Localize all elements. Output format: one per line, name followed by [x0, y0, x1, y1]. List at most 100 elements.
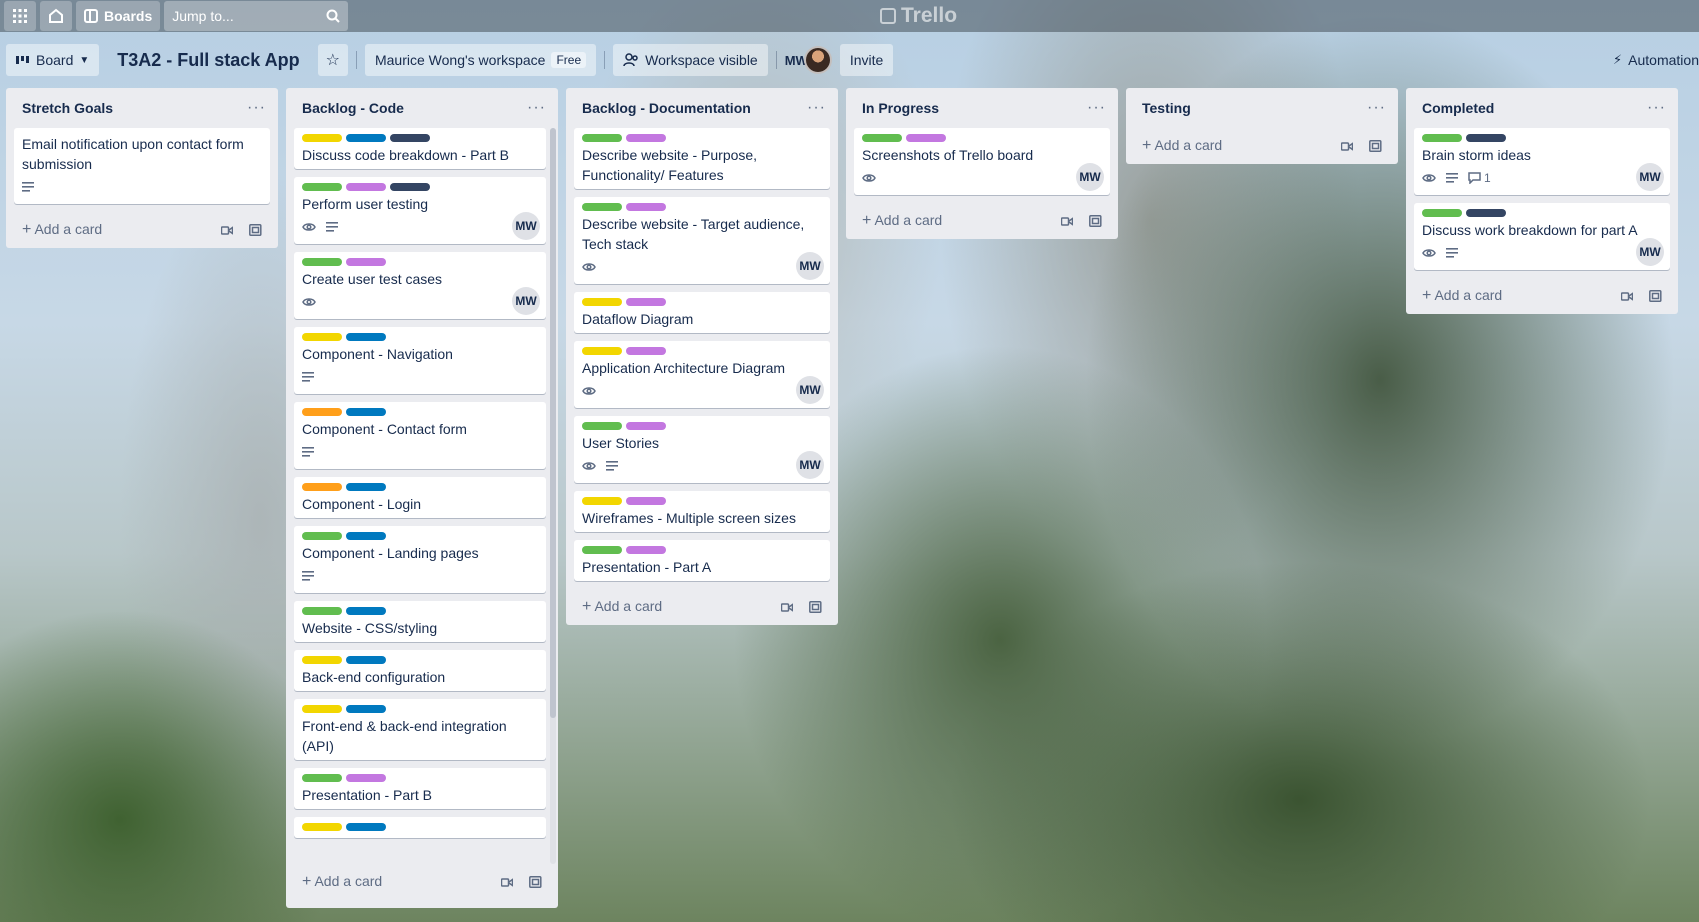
label-blue[interactable]: [346, 134, 386, 142]
card[interactable]: Component - Login: [294, 477, 546, 518]
video-icon[interactable]: [1341, 141, 1353, 151]
card[interactable]: Screenshots of Trello board MW: [854, 128, 1110, 195]
label-purple[interactable]: [626, 347, 666, 355]
list-header[interactable]: Backlog - Documentation ···: [574, 88, 830, 128]
list-scrollbar[interactable]: [550, 128, 556, 864]
more-icon[interactable]: ···: [1367, 99, 1386, 117]
apps-grid-button[interactable]: [4, 1, 36, 31]
card[interactable]: Email notification upon contact form sub…: [14, 128, 270, 204]
list-header[interactable]: In Progress ···: [854, 88, 1110, 128]
more-icon[interactable]: ···: [527, 99, 546, 117]
label-purple[interactable]: [626, 298, 666, 306]
card[interactable]: Presentation - Part B: [294, 768, 546, 809]
card[interactable]: Describe website - Target audience, Tech…: [574, 197, 830, 284]
list-header[interactable]: Testing ···: [1134, 88, 1390, 128]
label-blue[interactable]: [346, 408, 386, 416]
template-icon[interactable]: [1369, 140, 1382, 152]
card[interactable]: [294, 817, 546, 838]
label-navy[interactable]: [1466, 134, 1506, 142]
template-icon[interactable]: [1089, 215, 1102, 227]
card[interactable]: Brain storm ideas 1 MW: [1414, 128, 1670, 195]
list-header[interactable]: Stretch Goals ···: [14, 88, 270, 128]
more-icon[interactable]: ···: [247, 99, 266, 117]
label-purple[interactable]: [626, 203, 666, 211]
scrollbar-thumb[interactable]: [550, 128, 556, 718]
label-green[interactable]: [862, 134, 902, 142]
more-icon[interactable]: ···: [1647, 99, 1666, 117]
label-blue[interactable]: [346, 333, 386, 341]
label-blue[interactable]: [346, 705, 386, 713]
avatar[interactable]: MW: [512, 287, 540, 315]
template-icon[interactable]: [529, 876, 542, 888]
boards-button[interactable]: Boards: [76, 1, 161, 31]
label-purple[interactable]: [626, 497, 666, 505]
card[interactable]: Component - Contact form: [294, 402, 546, 469]
home-button[interactable]: [40, 1, 72, 31]
automation-button[interactable]: ⚡ Automation: [1613, 36, 1699, 84]
label-yellow[interactable]: [302, 134, 342, 142]
add-card-button[interactable]: + Add a card: [294, 864, 550, 900]
label-green[interactable]: [302, 183, 342, 191]
label-green[interactable]: [302, 774, 342, 782]
list-title[interactable]: Backlog - Code: [302, 100, 404, 116]
add-card-button[interactable]: + Add a card: [1134, 128, 1390, 164]
avatar[interactable]: MW: [512, 212, 540, 240]
label-yellow[interactable]: [302, 333, 342, 341]
label-green[interactable]: [582, 422, 622, 430]
avatar[interactable]: MW: [796, 451, 824, 479]
trello-logo[interactable]: Trello: [880, 4, 957, 28]
card[interactable]: Dataflow Diagram: [574, 292, 830, 333]
card[interactable]: User Stories MW: [574, 416, 830, 483]
card[interactable]: Back-end configuration: [294, 650, 546, 691]
board-title[interactable]: T3A2 - Full stack App: [107, 44, 309, 76]
add-card-button[interactable]: + Add a card: [574, 589, 830, 625]
label-green[interactable]: [302, 258, 342, 266]
add-card-button[interactable]: + Add a card: [14, 212, 270, 248]
star-button[interactable]: ☆: [317, 44, 348, 76]
card[interactable]: Front-end & back-end integration (API): [294, 699, 546, 760]
template-icon[interactable]: [249, 224, 262, 236]
label-yellow[interactable]: [582, 298, 622, 306]
search-input[interactable]: Jump to...: [164, 1, 349, 31]
list-title[interactable]: Backlog - Documentation: [582, 100, 751, 116]
label-blue[interactable]: [346, 607, 386, 615]
avatar[interactable]: MW: [1076, 163, 1104, 191]
list-title[interactable]: Testing: [1142, 100, 1191, 116]
avatar[interactable]: MW: [1636, 163, 1664, 191]
label-yellow[interactable]: [302, 823, 342, 831]
card[interactable]: Wireframes - Multiple screen sizes: [574, 491, 830, 532]
list-title[interactable]: Completed: [1422, 100, 1494, 116]
label-yellow[interactable]: [302, 705, 342, 713]
label-navy[interactable]: [390, 183, 430, 191]
label-green[interactable]: [302, 607, 342, 615]
label-green[interactable]: [582, 134, 622, 142]
more-icon[interactable]: ···: [807, 99, 826, 117]
video-icon[interactable]: [1621, 291, 1633, 301]
card[interactable]: Create user test cases MW: [294, 252, 546, 319]
avatar[interactable]: MW: [796, 376, 824, 404]
card[interactable]: Perform user testing MW: [294, 177, 546, 244]
label-blue[interactable]: [346, 823, 386, 831]
label-blue[interactable]: [346, 656, 386, 664]
label-blue[interactable]: [346, 532, 386, 540]
video-icon[interactable]: [1061, 216, 1073, 226]
label-green[interactable]: [1422, 134, 1462, 142]
card[interactable]: Discuss work breakdown for part A MW: [1414, 203, 1670, 270]
list-title[interactable]: Stretch Goals: [22, 100, 113, 116]
card[interactable]: Component - Navigation: [294, 327, 546, 394]
label-yellow[interactable]: [582, 347, 622, 355]
workspace-button[interactable]: Maurice Wong's workspace Free: [364, 44, 597, 76]
list-title[interactable]: In Progress: [862, 100, 939, 116]
card[interactable]: Presentation - Part A: [574, 540, 830, 581]
card[interactable]: Discuss code breakdown - Part B: [294, 128, 546, 169]
video-icon[interactable]: [781, 602, 793, 612]
invite-button[interactable]: Invite: [839, 44, 894, 76]
template-icon[interactable]: [809, 601, 822, 613]
label-green[interactable]: [1422, 209, 1462, 217]
label-purple[interactable]: [906, 134, 946, 142]
label-purple[interactable]: [626, 134, 666, 142]
label-navy[interactable]: [1466, 209, 1506, 217]
label-yellow[interactable]: [582, 497, 622, 505]
label-purple[interactable]: [346, 258, 386, 266]
avatar[interactable]: MW: [1636, 238, 1664, 266]
